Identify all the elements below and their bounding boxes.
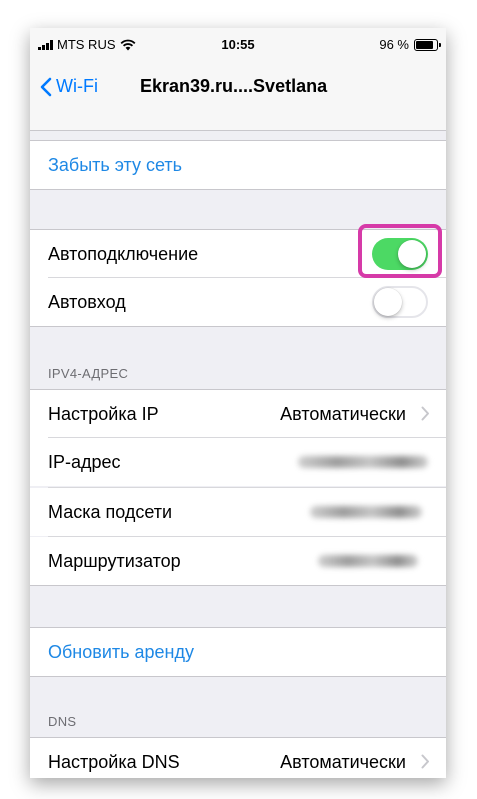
configure-dns-row[interactable]: Настройка DNS Автоматически (30, 737, 446, 778)
configure-dns-label: Настройка DNS (48, 752, 180, 772)
status-right: 96 % (379, 37, 441, 52)
configure-ip-label: Настройка IP (48, 404, 159, 424)
auto-login-toggle[interactable] (372, 286, 428, 318)
renew-lease-label: Обновить аренду (48, 642, 194, 662)
ip-address-row: IP-адрес (30, 438, 446, 486)
battery-icon (414, 38, 441, 51)
chevron-left-icon (40, 77, 52, 96)
subnet-mask-label: Маска подсети (48, 502, 173, 522)
configure-ip-value: Автоматически (280, 404, 406, 424)
configure-ip-row[interactable]: Настройка IP Автоматически (30, 389, 446, 438)
chevron-right-icon (421, 754, 429, 769)
router-value-blurred (318, 555, 418, 567)
phone-screen: MTS RUS 10:55 96 % Wi-Fi Ekran39.ru....S… (30, 28, 446, 778)
auto-login-row: Автовход (30, 278, 446, 327)
subnet-mask-value-blurred (310, 506, 422, 518)
back-label: Wi-Fi (56, 76, 98, 96)
router-row: Маршрутизатор (30, 537, 446, 586)
status-bar: MTS RUS 10:55 96 % (30, 28, 446, 62)
renew-lease-button[interactable]: Обновить аренду (30, 627, 446, 677)
auto-login-label: Автовход (48, 292, 126, 312)
page-title: Ekran39.ru....Svetlana (140, 76, 328, 96)
ipv4-section-header: IPV4-АДРЕС (48, 366, 129, 381)
highlight-frame (358, 224, 442, 278)
subnet-mask-row: Маска подсети (30, 488, 446, 536)
router-label: Маршрутизатор (48, 551, 181, 571)
forget-network-label: Забыть эту сеть (48, 155, 183, 175)
back-button[interactable]: Wi-Fi (40, 76, 98, 97)
dns-section-header: DNS (48, 714, 77, 729)
configure-dns-value: Автоматически (280, 752, 406, 772)
battery-percent: 96 % (379, 37, 409, 52)
ip-address-label: IP-адрес (48, 452, 121, 472)
ip-address-value-blurred (298, 456, 428, 468)
toggle-knob (374, 288, 402, 316)
chevron-right-icon (421, 406, 429, 421)
auto-join-label: Автоподключение (48, 244, 199, 264)
battery-fill (416, 40, 433, 49)
forget-network-button[interactable]: Забыть эту сеть (30, 140, 446, 190)
navigation-bar: Wi-Fi Ekran39.ru....Svetlana (30, 62, 446, 131)
